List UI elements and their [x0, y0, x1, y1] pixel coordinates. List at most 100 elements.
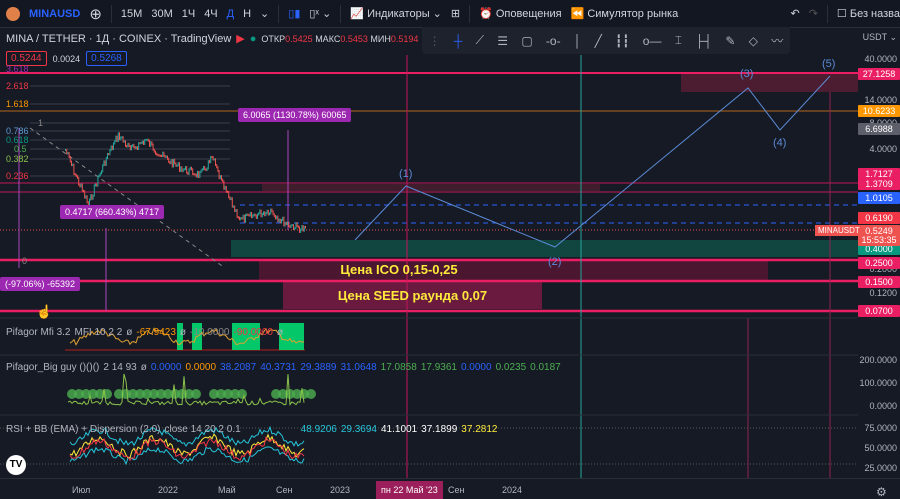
interval-1w[interactable]: Н: [243, 8, 251, 20]
candle: [235, 209, 237, 213]
candle: [173, 158, 174, 168]
flag-icon[interactable]: ▶: [236, 32, 244, 45]
settings-gear-icon[interactable]: ⚙: [876, 485, 887, 499]
candle: [141, 140, 143, 144]
open-label: ОТКР: [261, 33, 286, 44]
crosshair-icon[interactable]: ┼: [454, 34, 463, 48]
bar-style-icon[interactable]: ▯ˣ ⌄: [309, 7, 331, 20]
candle: [211, 155, 213, 159]
redo-icon[interactable]: ↷: [809, 7, 818, 20]
candle: [230, 197, 232, 201]
drag-handle-icon[interactable]: ⋮: [429, 34, 441, 48]
price-label: 27.1258: [858, 68, 900, 80]
tradingview-logo-icon[interactable]: TV: [6, 455, 26, 475]
candle: [163, 151, 165, 157]
candle: [72, 163, 74, 167]
candle: [107, 153, 108, 160]
candle: [295, 222, 297, 230]
elliott-wave-icon[interactable]: 〰: [771, 32, 783, 49]
symbol-search[interactable]: MINAUSD: [29, 8, 80, 20]
interval-4h[interactable]: 4Ч: [204, 8, 217, 20]
indicators-button[interactable]: 📈 Индикаторы ⌄: [350, 7, 442, 20]
alerts-button[interactable]: ⏰ Оповещения: [479, 7, 561, 20]
ray-icon[interactable]: o—: [643, 34, 662, 48]
candle: [151, 141, 153, 146]
candle: [209, 160, 210, 164]
candle: [134, 146, 136, 150]
interval-1h[interactable]: 1Ч: [182, 8, 195, 20]
rewind-icon: ⏪: [570, 8, 585, 20]
fib-level: 3.618: [6, 64, 29, 74]
candle: [140, 141, 142, 145]
candle: [180, 166, 182, 172]
price-axis[interactable]: USDT ⌄ 40.0000 14.0000 8.0000 4.0000 0.2…: [858, 28, 900, 478]
candle: [69, 155, 71, 163]
measure-label[interactable]: 6.0065 (1130.78%) 60065: [238, 108, 352, 122]
candle: [277, 215, 279, 223]
price-label: 0.6190: [858, 212, 900, 224]
time-axis[interactable]: Июл 2022 Май Сен 2023 пн 22 Май '23 Сен …: [0, 478, 900, 499]
vertical-line-icon[interactable]: │: [574, 34, 582, 48]
candle: [182, 168, 184, 173]
candle: [135, 146, 137, 150]
bigguy-legend[interactable]: Pifagor_Big guy ()()() 2 14 93 ø 0.0000 0.00…: [6, 362, 569, 373]
interval-15m[interactable]: 15M: [121, 8, 142, 20]
replay-button[interactable]: ⏪ Симулятор рынка: [571, 7, 679, 20]
candle: [131, 145, 132, 151]
currency-selector[interactable]: USDT ⌄: [863, 32, 897, 43]
chart-canvas[interactable]: [0, 28, 858, 478]
candle: [149, 139, 150, 147]
candle: [289, 225, 291, 228]
candle: [249, 211, 251, 217]
fib-level: 0.236: [6, 171, 29, 181]
chevron-down-icon[interactable]: ⌄: [260, 7, 269, 20]
layouts-icon[interactable]: ⊞: [451, 7, 460, 20]
crosshair-date: пн 22 Май '23: [376, 481, 443, 499]
candle: [75, 173, 77, 178]
eraser-icon[interactable]: ◇: [749, 34, 758, 48]
candle: [257, 213, 258, 219]
candle: [266, 209, 268, 214]
candle: [267, 209, 269, 216]
measure-label[interactable]: (-97.06%) -65392: [0, 277, 81, 291]
candle: [197, 170, 198, 178]
price-label: 10.6233: [858, 105, 900, 117]
alerts-label: Оповещения: [495, 8, 562, 20]
long-position-icon[interactable]: ┇┇: [615, 34, 629, 48]
candle: [206, 167, 208, 171]
candle: [300, 228, 302, 233]
mfi-legend[interactable]: Pifagor Mfi 3.2 MFI 10 2 2 ø -67.9423 ø -10.0…: [6, 327, 287, 338]
candles-icon[interactable]: ▯▮: [288, 7, 300, 20]
price-range-icon[interactable]: ⌶: [675, 33, 682, 48]
candle: [156, 152, 158, 156]
candle: [110, 145, 112, 152]
candle: [78, 176, 80, 186]
add-symbol-icon[interactable]: ⊕: [89, 5, 102, 23]
brush-icon[interactable]: ✎: [725, 34, 735, 48]
divider: [110, 4, 112, 23]
measure-label[interactable]: 0.4717 (660.43%) 4717: [60, 205, 165, 219]
candle: [105, 157, 107, 166]
candle: [96, 183, 98, 187]
layout-name-button[interactable]: ☐ Без назва: [837, 7, 900, 20]
fib-icon[interactable]: ☰: [497, 34, 508, 48]
buy-price[interactable]: 0.5268: [86, 51, 127, 66]
interval-1d[interactable]: Д: [227, 8, 234, 20]
interval-30m[interactable]: 30M: [151, 8, 172, 20]
signal-bubble: [306, 389, 316, 399]
trend-line-icon[interactable]: ⟋: [476, 33, 484, 48]
indicator-name: RSI + BB (EMA) + Dispersion (2.0): [6, 424, 161, 435]
rectangle-icon[interactable]: ▢: [521, 34, 532, 48]
fib-level: 1: [38, 118, 44, 128]
rsi-legend[interactable]: RSI + BB (EMA) + Dispersion (2.0) close 1…: [6, 424, 501, 435]
symbol-logo-icon: [6, 6, 20, 21]
horizontal-ray-icon[interactable]: -o-: [546, 34, 561, 48]
candle: [296, 222, 298, 228]
price-label: 0.1500: [858, 276, 900, 288]
candle: [133, 143, 135, 149]
line-icon[interactable]: ╱: [595, 34, 602, 48]
undo-icon[interactable]: ↶: [790, 7, 799, 20]
alarm-icon: ⏰: [479, 8, 493, 20]
market-status-icon: ●: [249, 32, 257, 45]
date-range-icon[interactable]: ├┤: [695, 34, 712, 48]
